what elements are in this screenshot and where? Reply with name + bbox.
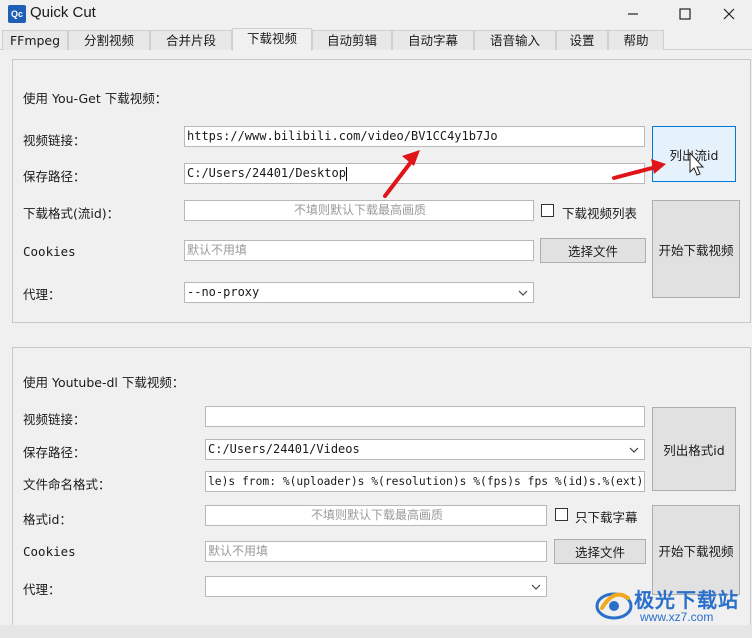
mouse-pointer-icon [689,151,705,176]
watermark-title: 极光下载站 [634,588,739,612]
annotation-overlay [383,150,705,198]
watermark-logo-icon [595,592,633,620]
watermark: 极光下载站 www.xz7.com [594,582,744,632]
red-arrow-icon [612,159,666,180]
red-arrow-icon [383,150,420,198]
watermark-url: www.xz7.com [640,610,714,624]
